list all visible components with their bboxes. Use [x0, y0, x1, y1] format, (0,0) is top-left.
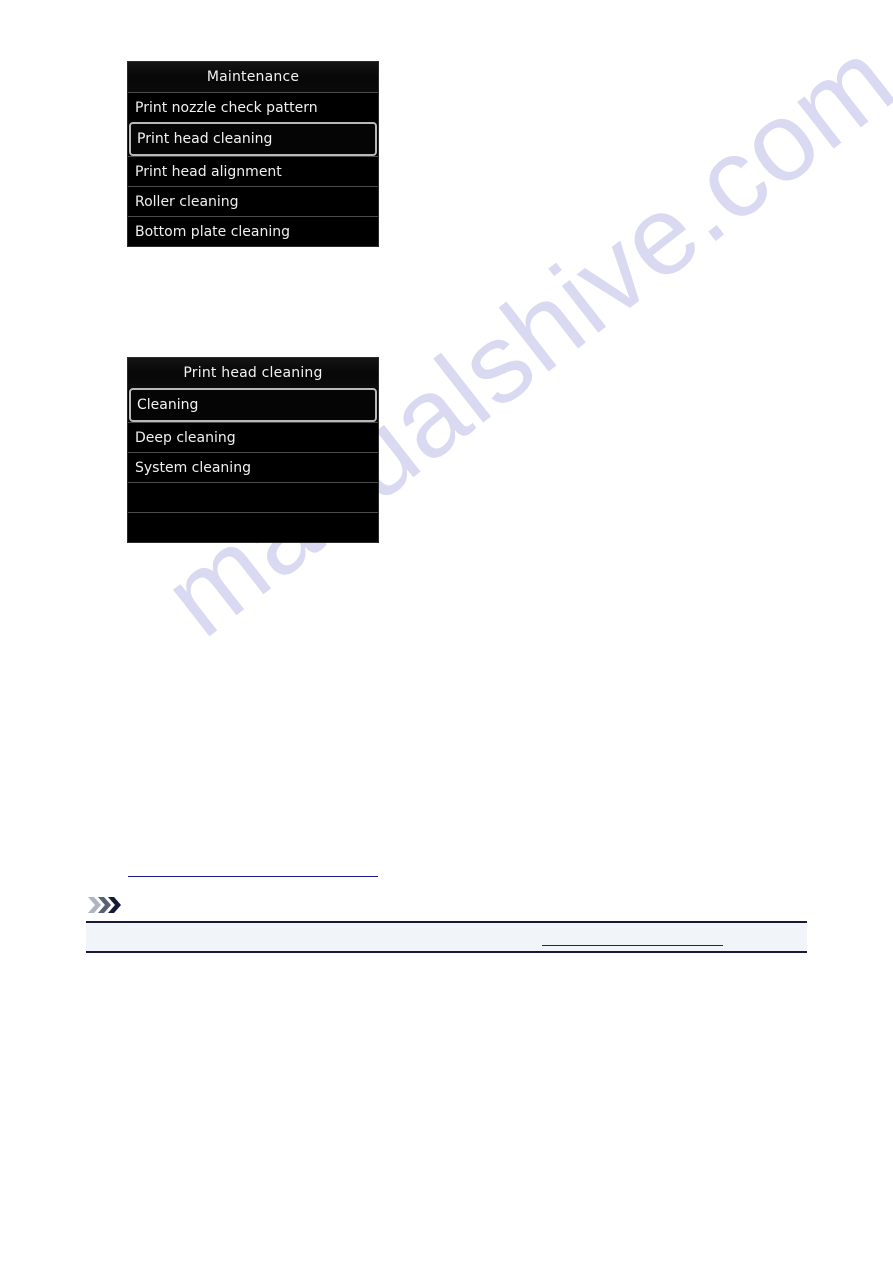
menu-item-cleaning[interactable]: Cleaning — [128, 388, 378, 422]
lcd-screen-print-head-cleaning: Print head cleaning Cleaning Deep cleani… — [128, 358, 378, 542]
menu-item-empty-2 — [128, 512, 378, 542]
menu-item-bottom-plate-cleaning[interactable]: Bottom plate cleaning — [128, 216, 378, 246]
menu-item-print-nozzle-check-pattern[interactable]: Print nozzle check pattern — [128, 92, 378, 122]
menu-item-deep-cleaning[interactable]: Deep cleaning — [128, 422, 378, 452]
triple-chevron-icon — [88, 896, 128, 914]
lcd-menu-maintenance: Print nozzle check pattern Print head cl… — [128, 92, 378, 246]
menu-item-print-head-alignment[interactable]: Print head alignment — [128, 156, 378, 186]
body-hyperlink[interactable] — [128, 876, 378, 877]
note-inline-hyperlink[interactable] — [542, 945, 723, 946]
lcd-menu-print-head-cleaning: Cleaning Deep cleaning System cleaning — [128, 388, 378, 542]
menu-item-print-head-cleaning-label: Print head cleaning — [129, 122, 377, 156]
lcd-title-print-head-cleaning: Print head cleaning — [128, 358, 378, 388]
menu-item-cleaning-label: Cleaning — [129, 388, 377, 422]
menu-item-roller-cleaning[interactable]: Roller cleaning — [128, 186, 378, 216]
lcd-title-maintenance: Maintenance — [128, 62, 378, 92]
note-box — [86, 921, 807, 953]
menu-item-empty-1 — [128, 482, 378, 512]
menu-item-system-cleaning[interactable]: System cleaning — [128, 452, 378, 482]
menu-item-print-head-cleaning[interactable]: Print head cleaning — [128, 122, 378, 156]
lcd-screen-maintenance: Maintenance Print nozzle check pattern P… — [128, 62, 378, 246]
